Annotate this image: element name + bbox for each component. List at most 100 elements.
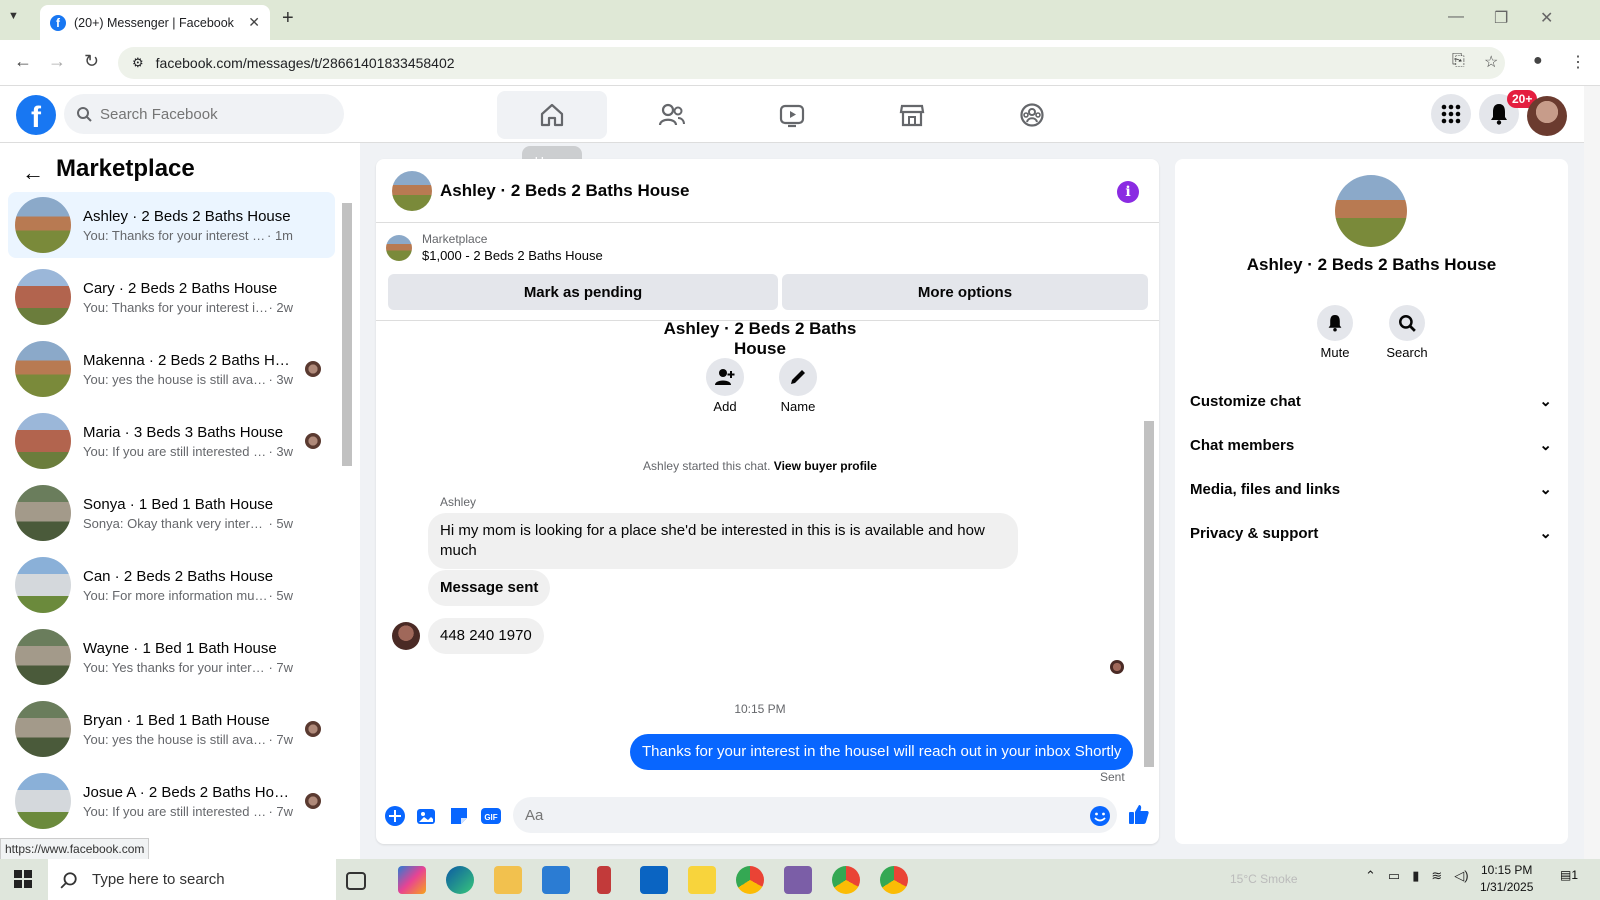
outlook-icon[interactable] [640,866,668,894]
tab-search-icon[interactable]: ▼ [8,10,19,22]
chrome-icon[interactable] [880,866,908,894]
message-input[interactable] [525,806,1065,824]
conversation-item[interactable]: Sonya · 1 Bed 1 Bath House Sonya: Okay t… [8,480,335,546]
more-options-button[interactable]: More options [782,274,1148,310]
sidebar-scroll-thumb[interactable] [342,203,352,466]
conversation-preview: Sonya: Okay thank very interested.... [83,515,268,531]
profile-icon[interactable]: ● [1533,52,1543,70]
facebook-search[interactable] [64,94,344,134]
conversation-item[interactable]: Ashley · 2 Beds 2 Baths House You: Thank… [8,192,335,258]
conversation-item[interactable]: Maria · 3 Beds 3 Baths House You: If you… [8,408,335,474]
browser-tab[interactable]: f (20+) Messenger | Facebook ✕ [40,5,270,40]
gif-button[interactable]: GIF [480,805,502,827]
conversation-item[interactable]: Bryan · 1 Bed 1 Bath House You: yes the … [8,696,335,762]
sidebar-scrollbar[interactable] [341,190,353,845]
conversation-item[interactable]: Can · 2 Beds 2 Baths House You: For more… [8,552,335,618]
reload-icon[interactable]: ↻ [84,51,99,72]
address-bar[interactable]: ⚙ facebook.com/messages/t/28661401833458… [118,47,1505,79]
back-arrow-icon[interactable]: ← [22,160,44,186]
like-button[interactable] [1128,803,1150,825]
minimize-icon[interactable]: — [1448,8,1464,26]
battery-icon[interactable]: ▮ [1412,868,1419,884]
nav-video[interactable] [737,91,847,139]
weather-widget[interactable]: 15°C Smoke [1230,872,1298,886]
incoming-message[interactable]: Hi my mom is looking for a place she'd b… [428,513,1018,569]
task-view-icon[interactable] [346,872,366,890]
sticky-notes-icon[interactable] [688,866,716,894]
attach-photo-button[interactable] [416,805,438,827]
windows-start-icon[interactable] [14,870,32,888]
facebook-logo-icon[interactable]: f [16,95,56,135]
close-tab-icon[interactable]: ✕ [248,14,260,31]
new-tab-icon[interactable]: + [282,7,294,30]
nav-home[interactable] [497,91,607,139]
incoming-message[interactable]: 448 240 1970 [428,618,544,654]
edge-icon[interactable] [446,866,474,894]
volume-icon[interactable]: ◁) [1454,868,1468,884]
conversation-item[interactable]: Makenna · 2 Beds 2 Baths Ho... You: yes … [8,336,335,402]
search-conversation-button[interactable] [1389,305,1425,341]
mark-pending-button[interactable]: Mark as pending [388,274,778,310]
close-window-icon[interactable]: ✕ [1540,8,1553,28]
page-scrollbar[interactable] [1584,86,1600,859]
outgoing-message[interactable]: Thanks for your interest in the houseI w… [630,734,1134,770]
add-label: Add [713,399,737,414]
taskbar-search[interactable]: Type here to search [48,859,336,900]
menu-button[interactable] [1431,94,1471,134]
app-icon[interactable] [597,866,611,894]
chrome-icon[interactable] [736,866,764,894]
listing-banner[interactable]: Marketplace $1,000 - 2 Beds 2 Baths Hous… [386,232,603,263]
emoji-button[interactable] [1089,805,1111,827]
nav-groups[interactable] [977,91,1087,139]
conversation-item[interactable]: Wayne · 1 Bed 1 Bath House You: Yes than… [8,624,335,690]
notification-count: 1 [1571,868,1579,882]
back-icon[interactable]: ← [14,51,32,72]
taskbar-clock[interactable]: 10:15 PM 1/31/2025 [1480,862,1533,896]
section-customize-chat[interactable]: Customize chat ⌄ [1190,383,1552,419]
message-composer[interactable] [513,797,1117,833]
nav-marketplace[interactable] [857,91,967,139]
more-actions-button[interactable] [384,805,406,827]
wifi-icon[interactable]: ≋ [1431,868,1442,884]
app-icon[interactable] [784,866,812,894]
conversation-item[interactable]: Cary · 2 Beds 2 Baths House You: Thanks … [8,264,335,330]
chat-scrollbar[interactable] [1143,323,1155,784]
conversation-item[interactable]: Josue A · 2 Beds 2 Baths House You: If y… [8,768,335,834]
nav-friends[interactable] [617,91,727,139]
chat-title[interactable]: Ashley · 2 Beds 2 Baths House [440,181,689,201]
details-avatar[interactable] [1335,175,1407,247]
section-privacy-support[interactable]: Privacy & support ⌄ [1190,515,1552,551]
incoming-message[interactable]: Message sent [428,570,551,606]
install-app-icon[interactable]: ⎘ [1452,52,1465,70]
browser-menu-icon[interactable]: ⋮ [1570,52,1586,72]
account-avatar[interactable] [1527,96,1567,136]
chat-avatar[interactable] [392,170,432,211]
edit-name-button[interactable] [779,358,817,396]
store-icon[interactable] [542,866,570,894]
info-icon[interactable]: i [1117,181,1139,203]
file-explorer-icon[interactable] [494,866,522,894]
chrome-icon[interactable] [832,866,860,894]
meet-icon[interactable]: ▭ [1388,868,1400,884]
add-people-button[interactable] [706,358,744,396]
restore-icon[interactable]: ❐ [1494,8,1508,28]
forward-icon[interactable]: → [48,51,66,72]
copilot-icon[interactable] [398,866,426,894]
notification-center-icon[interactable]: ▤1 [1560,868,1578,882]
listing-thumbnail [15,701,71,757]
mute-button[interactable] [1317,305,1353,341]
bookmark-star-icon[interactable]: ☆ [1484,52,1498,72]
section-media-files-links[interactable]: Media, files and links ⌄ [1190,471,1552,507]
site-settings-icon[interactable]: ⚙ [132,55,144,71]
system-tray[interactable]: ⌃ ▭ ▮ ≋ ◁) [1365,868,1469,884]
chat-scroll-thumb[interactable] [1144,421,1154,767]
sender-avatar[interactable] [392,622,420,650]
conversation-time: · 2w [268,299,293,315]
view-buyer-profile-link[interactable]: View buyer profile [774,459,877,473]
chevron-up-icon[interactable]: ⌃ [1365,868,1376,884]
chat-header[interactable]: Ashley · 2 Beds 2 Baths House [376,159,1159,223]
sticker-button[interactable] [448,805,470,827]
section-chat-members[interactable]: Chat members ⌄ [1190,427,1552,463]
facebook-search-input[interactable] [100,105,320,123]
chat-started-text: Ashley started this chat. [643,459,771,473]
